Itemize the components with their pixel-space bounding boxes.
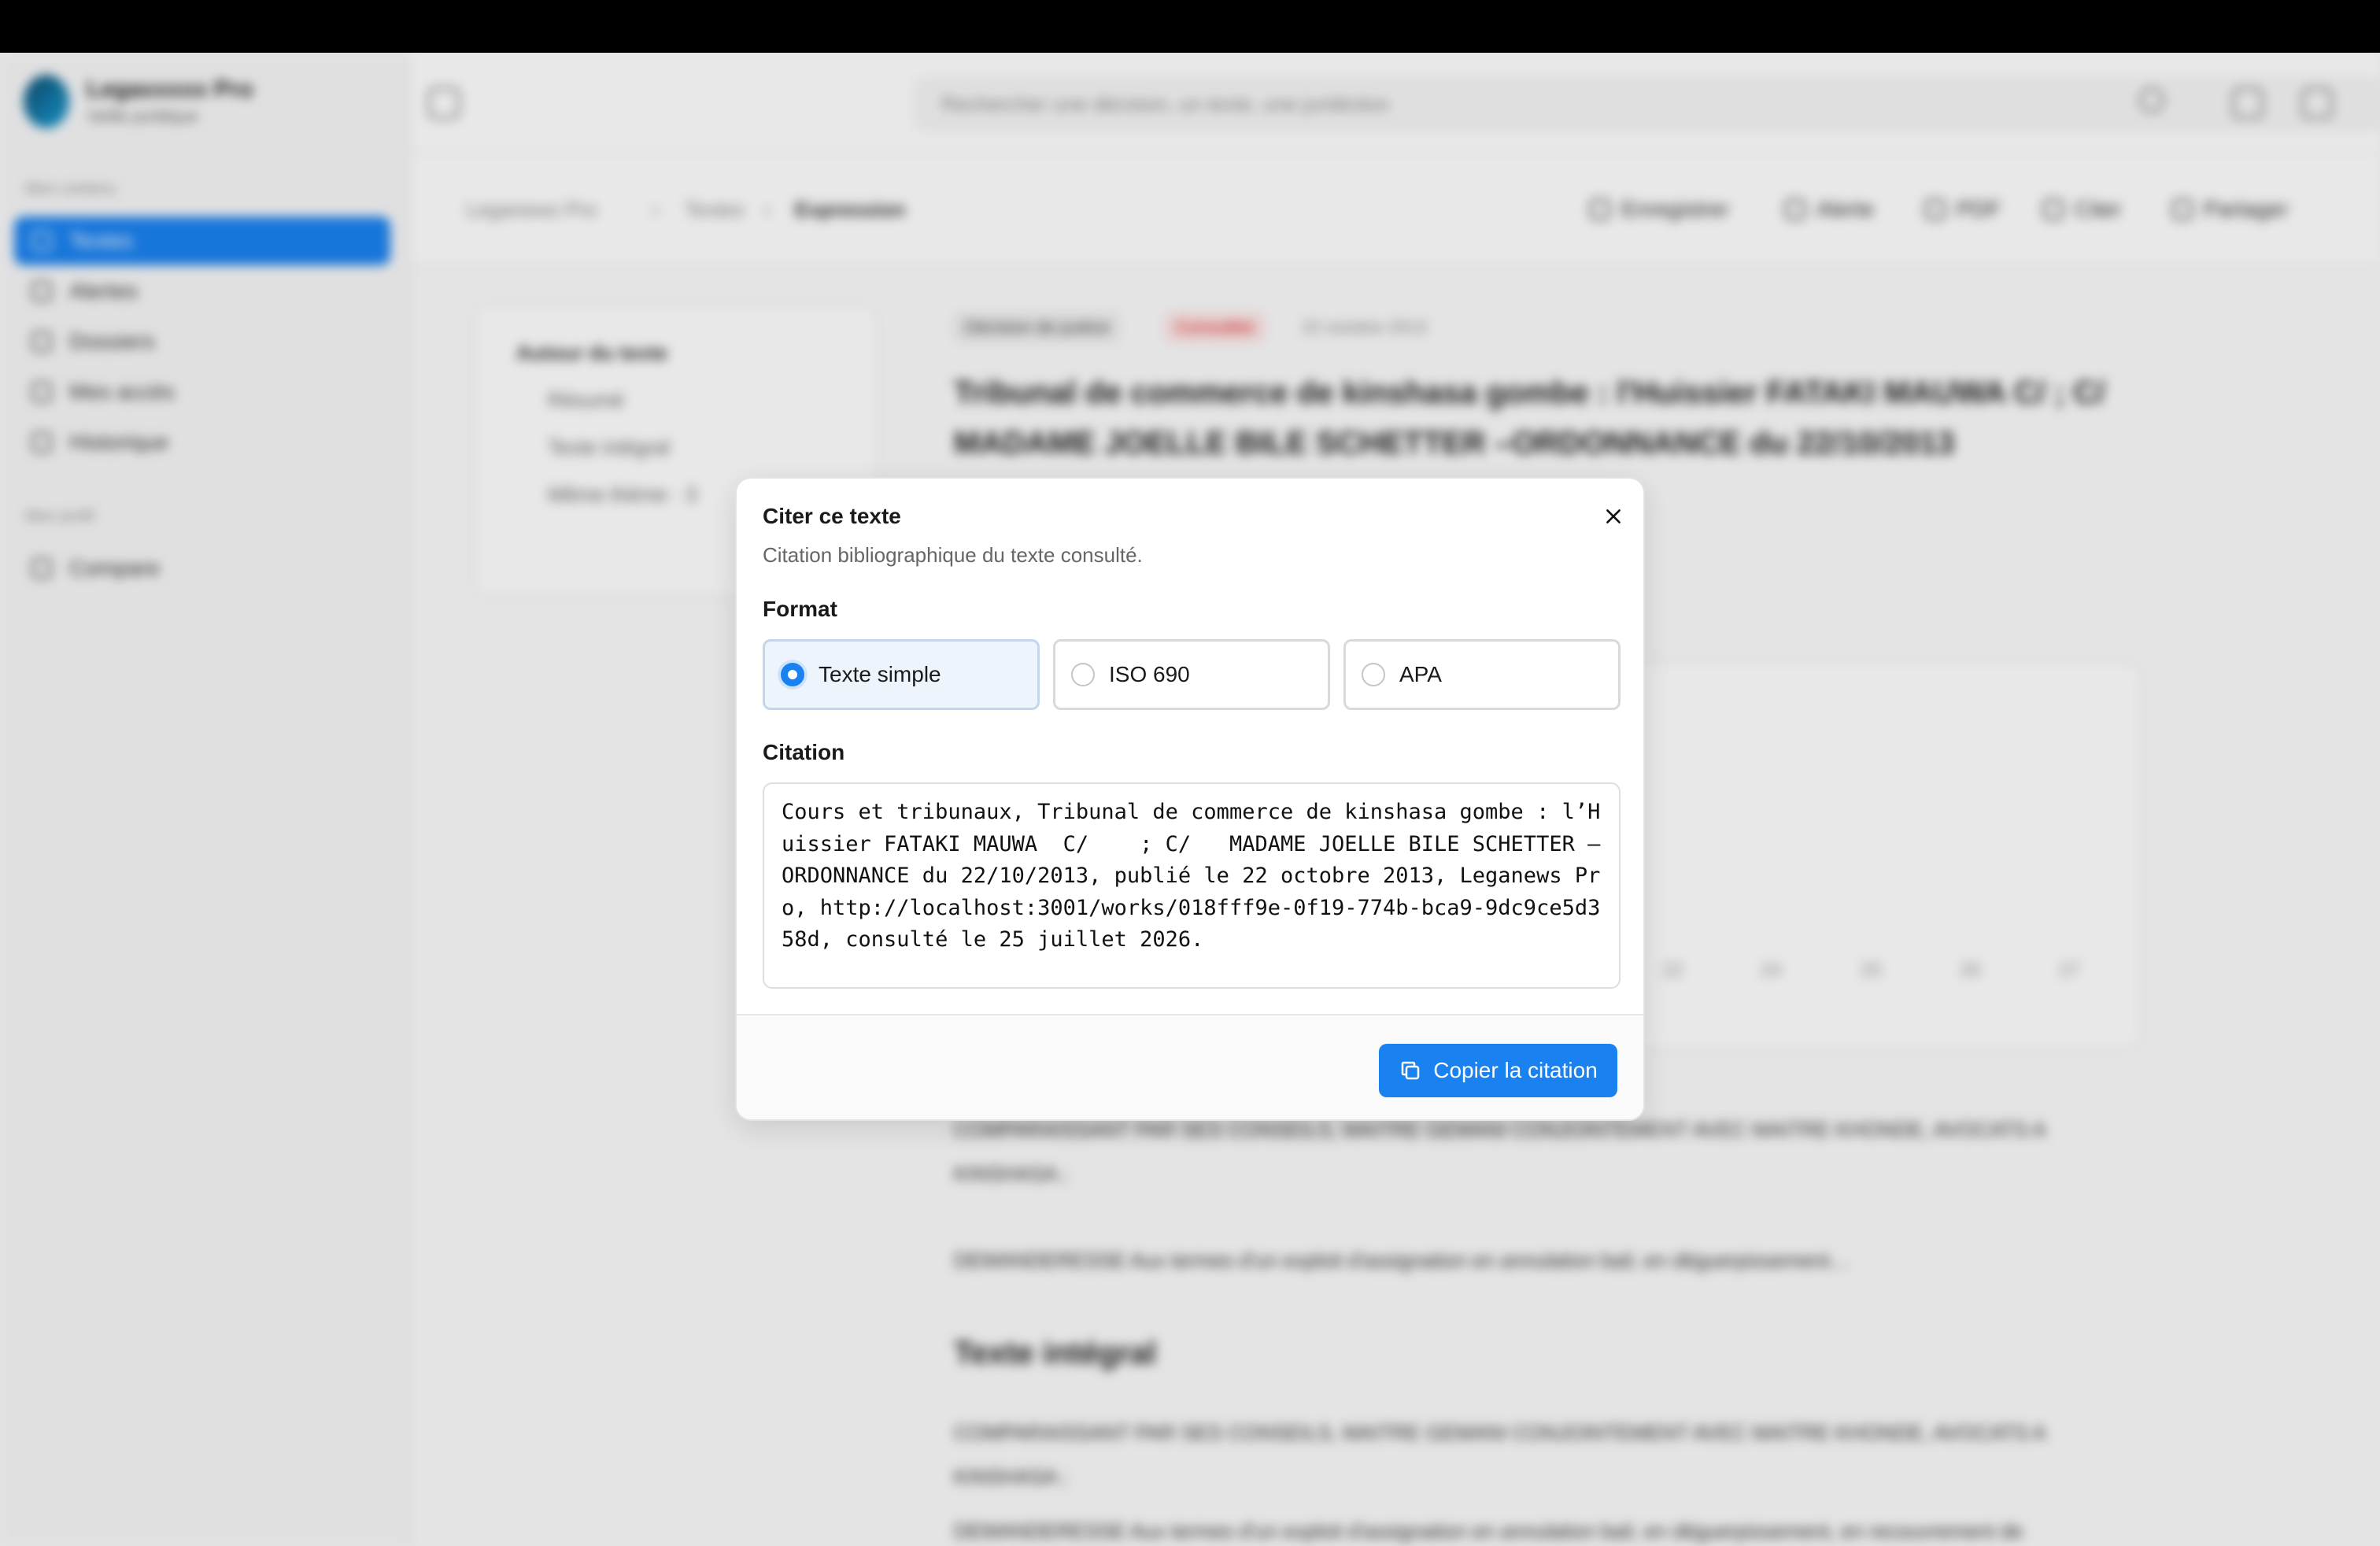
radio-empty-icon	[1071, 663, 1095, 686]
dialog-title: Citer ce texte	[763, 504, 901, 528]
close-button[interactable]	[1599, 502, 1628, 531]
dialog-description: Citation bibliographique du texte consul…	[763, 543, 1143, 567]
dialog-footer: Copier la citation	[737, 1014, 1643, 1119]
close-icon	[1606, 509, 1621, 523]
format-label: Format	[763, 597, 837, 621]
format-option-iso-690[interactable]: ISO 690	[1053, 639, 1330, 710]
citation-label: Citation	[763, 740, 845, 764]
cite-dialog: Citer ce texte Citation bibliographique …	[735, 477, 1645, 1121]
window-top-bar	[0, 0, 2380, 53]
format-option-label: Texte simple	[819, 662, 941, 686]
copy-button-label: Copier la citation	[1433, 1058, 1598, 1082]
citation-textarea[interactable]: Cours et tribunaux, Tribunal de commerce…	[763, 782, 1621, 989]
radio-empty-icon	[1362, 663, 1385, 686]
format-option-apa[interactable]: APA	[1343, 639, 1621, 710]
copy-icon	[1401, 1061, 1420, 1080]
copy-citation-button[interactable]: Copier la citation	[1379, 1044, 1617, 1097]
format-option-label: ISO 690	[1109, 662, 1190, 686]
format-option-label: APA	[1399, 662, 1442, 686]
format-option-texte-simple[interactable]: Texte simple	[763, 639, 1040, 710]
radio-selected-icon	[781, 663, 804, 686]
